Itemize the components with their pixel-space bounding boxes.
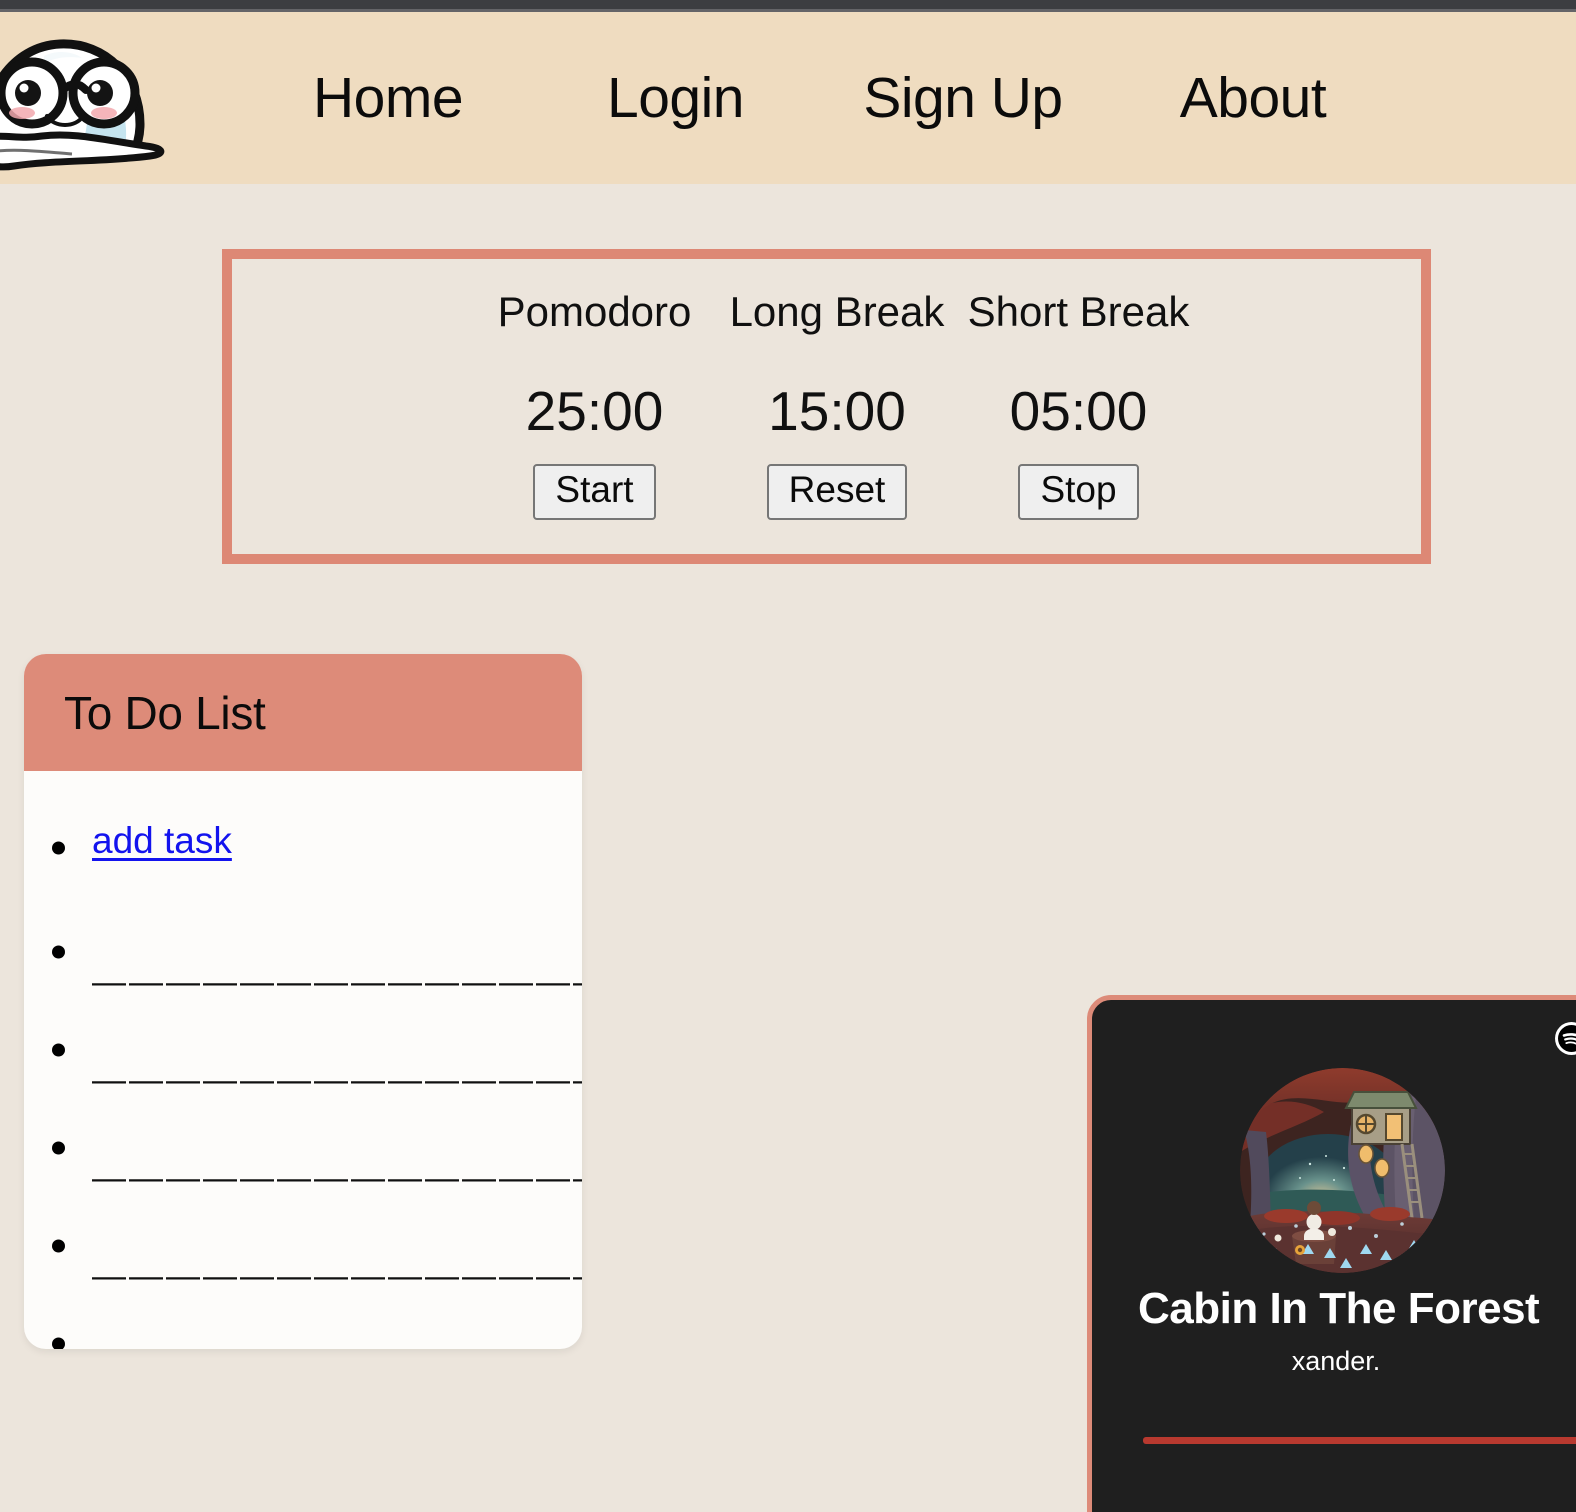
nav-link-about[interactable]: About [1108,69,1398,127]
list-item[interactable]: ——————————————————— [24,1099,582,1197]
site-header: Home Login Sign Up About [0,12,1576,184]
nav-link-login[interactable]: Login [533,69,818,127]
playback-progress-fill [1143,1437,1576,1444]
nav-link-home[interactable]: Home [243,69,533,127]
timer-button-cell-stop: Stop [957,464,1200,520]
album-art-cabin-in-the-forest [1240,1068,1445,1273]
task-placeholder-line: ——————————————————— [92,963,582,1001]
timer-button-row: Start Reset Stop [232,464,1421,520]
task-placeholder-line: ——————————————————— [92,1061,582,1099]
todo-list-card: To Do List add task ————————————— —————— … [24,654,582,1349]
timer-value-long-break: 15:00 [768,380,906,442]
task-placeholder-line: ——————————————————— [92,1159,582,1197]
track-artist: xander. [1291,1346,1381,1376]
spotify-logo-icon [1554,1022,1576,1055]
timer-label-row: Pomodoro Long Break Short Break [232,291,1421,333]
todo-list-title: To Do List [64,686,266,739]
timer-button-cell-start: Start [472,464,717,520]
list-item: add task [24,793,582,903]
add-task-link[interactable]: add task [92,822,232,875]
main-navigation: Home Login Sign Up About [243,12,1398,184]
pomodoro-timer-panel: Pomodoro Long Break Short Break 25:00 15… [222,249,1431,564]
reset-button[interactable]: Reset [766,464,908,520]
todo-list-header: To Do List [24,654,582,771]
timer-label-pomodoro: Pomodoro [497,288,692,335]
spotify-branding: Spotify [1554,1022,1576,1055]
start-button[interactable]: Start [533,464,656,520]
timer-value-short-break: 05:00 [1009,380,1148,442]
timer-value-row: 25:00 15:00 05:00 [232,384,1421,439]
list-item[interactable]: ——————————————————— [24,1295,582,1349]
todo-items: add task ————————————— —————— ——————— ————… [24,793,582,1349]
browser-chrome-bar [0,0,1576,9]
mascot-blob-with-glasses-icon[interactable] [0,20,179,180]
stop-button[interactable]: Stop [1018,464,1139,520]
playback-progress-bar[interactable] [1143,1437,1576,1444]
task-placeholder-line: ——————————————————— [92,1257,582,1295]
timer-label-long-break: Long Break [729,288,945,335]
list-item[interactable]: ——————————————————— [24,1001,582,1099]
nav-link-sign-up[interactable]: Sign Up [818,69,1108,127]
list-item[interactable]: ——————————————————— [24,903,582,1001]
track-title: Cabin In The Forest [1138,1284,1540,1333]
list-item[interactable]: ——————————————————— [24,1197,582,1295]
timer-value-pomodoro: 25:00 [525,380,664,442]
timer-button-cell-reset: Reset [717,464,957,520]
todo-list-body: add task ————————————— —————— ——————— ————… [24,771,582,1349]
spotify-player-widget: Spotify [1087,995,1576,1512]
timer-label-short-break: Short Break [967,288,1190,335]
